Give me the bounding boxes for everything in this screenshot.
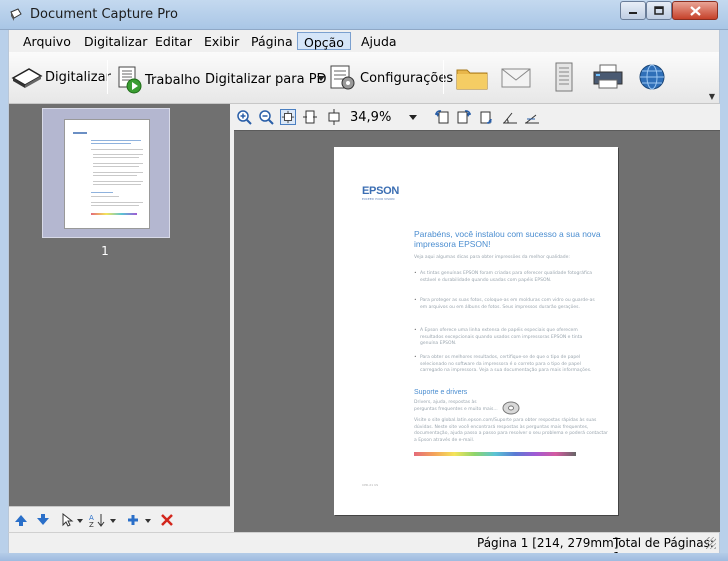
- email-icon[interactable]: [499, 62, 533, 92]
- view-toolbar: 34,9%: [234, 104, 720, 130]
- job-select-value: Digitalizar para PD: [205, 71, 327, 87]
- scan-button[interactable]: Digitalizar: [11, 66, 111, 88]
- epson-tagline: EXCEED YOUR VISION: [362, 197, 395, 201]
- window-frame-right: [720, 30, 728, 553]
- sort-button[interactable]: AZ: [89, 512, 105, 528]
- settings-button[interactable]: Configurações: [329, 64, 453, 92]
- fit-width-icon[interactable]: [302, 109, 318, 125]
- epson-logo: EPSON: [362, 185, 400, 197]
- title-bar: Document Capture Pro: [0, 0, 728, 30]
- toolbar-separator: [107, 60, 108, 94]
- scan-label: Digitalizar: [45, 69, 111, 85]
- close-icon: [689, 5, 701, 16]
- color-bar: [414, 452, 576, 456]
- cursor-select-icon: [62, 513, 74, 527]
- fit-page-icon[interactable]: [280, 109, 296, 125]
- delete-x-icon: [161, 514, 173, 526]
- document-intro: Veja aqui algumas dicas para obter impre…: [414, 255, 570, 260]
- web-globe-icon[interactable]: [635, 62, 669, 92]
- fit-height-icon[interactable]: [326, 109, 342, 125]
- menu-pagina[interactable]: Página: [245, 32, 299, 50]
- support-title: Suporte e drivers: [414, 389, 468, 396]
- cd-disc-icon: [502, 401, 520, 415]
- toolbar-separator: [443, 60, 444, 94]
- sort-icon: AZ: [89, 514, 105, 528]
- thumbnail-page-number: 1: [101, 244, 109, 258]
- thumbnail-toolbar: AZ: [9, 506, 231, 532]
- document-bullet: Para obter os melhores resultados, certi…: [414, 355, 600, 375]
- skew-correct-icon[interactable]: [502, 109, 518, 125]
- menu-bar: Arquivo Digitalizar Editar Exibir Página…: [8, 30, 720, 52]
- svg-text:Z: Z: [89, 521, 94, 528]
- maximize-icon: [654, 6, 664, 15]
- status-page-info: Página 1 [214, 279mm]: [477, 536, 619, 550]
- zoom-level-value: 34,9%: [350, 109, 392, 125]
- scanner-icon: [11, 68, 43, 88]
- thumbnail-list: 1: [9, 104, 231, 506]
- window-frame-left: [0, 30, 8, 553]
- plus-icon: [128, 515, 138, 525]
- chevron-down-icon[interactable]: [77, 519, 83, 523]
- zoom-level-dropdown[interactable]: 34,9%: [347, 108, 421, 126]
- menu-opcao[interactable]: Opção: [297, 32, 351, 50]
- menu-ajuda[interactable]: Ajuda: [355, 32, 403, 50]
- document-bullet: As tintas genuínas EPSON foram criadas p…: [414, 271, 600, 284]
- zoom-out-icon[interactable]: [258, 109, 274, 125]
- document-server-icon[interactable]: [547, 62, 581, 92]
- rotate-right-icon[interactable]: [456, 109, 472, 125]
- deskew-icon[interactable]: [524, 109, 540, 125]
- delete-page-button[interactable]: [159, 512, 175, 528]
- document-view[interactable]: EPSON EXCEED YOUR VISION Parabéns, você …: [234, 130, 720, 532]
- zoom-in-icon[interactable]: [236, 109, 252, 125]
- arrow-up-icon: [15, 515, 27, 526]
- menu-digitalizar[interactable]: Digitalizar: [78, 32, 153, 50]
- menu-arquivo[interactable]: Arquivo: [17, 32, 77, 50]
- rotate-left-icon[interactable]: [434, 109, 450, 125]
- chevron-down-icon[interactable]: [145, 519, 151, 523]
- thumbnail-panel: 1 AZ: [8, 104, 231, 532]
- main-toolbar: Digitalizar Trabalho Digitalizar para PD…: [8, 52, 720, 104]
- chevron-down-icon[interactable]: [110, 519, 116, 523]
- document-bullet: A Epson oferece uma linha extensa de pap…: [414, 328, 600, 348]
- maximize-button[interactable]: [646, 1, 672, 20]
- support-text: Drivers, ajuda, respostas às perguntas f…: [414, 400, 498, 412]
- add-page-button[interactable]: [125, 512, 141, 528]
- settings-icon: [330, 65, 355, 90]
- folder-icon[interactable]: [455, 62, 489, 92]
- status-bar: Página 1 [214, 279mm] Total de Páginas: …: [8, 532, 720, 561]
- chevron-down-icon: [317, 76, 325, 81]
- chevron-down-icon: [409, 115, 417, 120]
- document-page: EPSON EXCEED YOUR VISION Parabéns, você …: [334, 147, 618, 515]
- job-button[interactable]: Trabalho: [117, 66, 200, 94]
- move-up-button[interactable]: [13, 512, 29, 528]
- app-icon: [10, 8, 22, 21]
- document-footer: CPD-21 US: [362, 483, 379, 487]
- minimize-icon: [629, 11, 637, 14]
- resize-grip[interactable]: [706, 537, 716, 549]
- close-button[interactable]: [672, 1, 718, 20]
- document-heading: Parabéns, você instalou com sucesso a su…: [414, 229, 601, 249]
- window-frame-bottom: [0, 553, 728, 561]
- arrow-down-icon: [37, 514, 49, 525]
- settings-label: Configurações: [360, 70, 454, 86]
- rotate-180-icon[interactable]: [478, 109, 494, 125]
- window-title: Document Capture Pro: [30, 7, 178, 22]
- job-select-dropdown[interactable]: Digitalizar para PD: [201, 68, 327, 90]
- select-tool-button[interactable]: [59, 512, 75, 528]
- thumbnail-page-image: [64, 119, 150, 229]
- toolbar-overflow-icon[interactable]: ▼: [709, 92, 715, 101]
- visit-text: Visite o site global.latin.epson.com/Sup…: [414, 418, 608, 443]
- move-down-button[interactable]: [35, 512, 51, 528]
- job-run-icon: [118, 66, 142, 94]
- job-label: Trabalho: [145, 72, 201, 88]
- document-bullet: Para proteger as suas fotos, coloque-as …: [414, 298, 600, 311]
- menu-exibir[interactable]: Exibir: [198, 32, 245, 50]
- menu-editar[interactable]: Editar: [149, 32, 198, 50]
- minimize-button[interactable]: [620, 1, 646, 20]
- printer-icon[interactable]: [591, 62, 625, 92]
- page-thumbnail[interactable]: [42, 108, 170, 238]
